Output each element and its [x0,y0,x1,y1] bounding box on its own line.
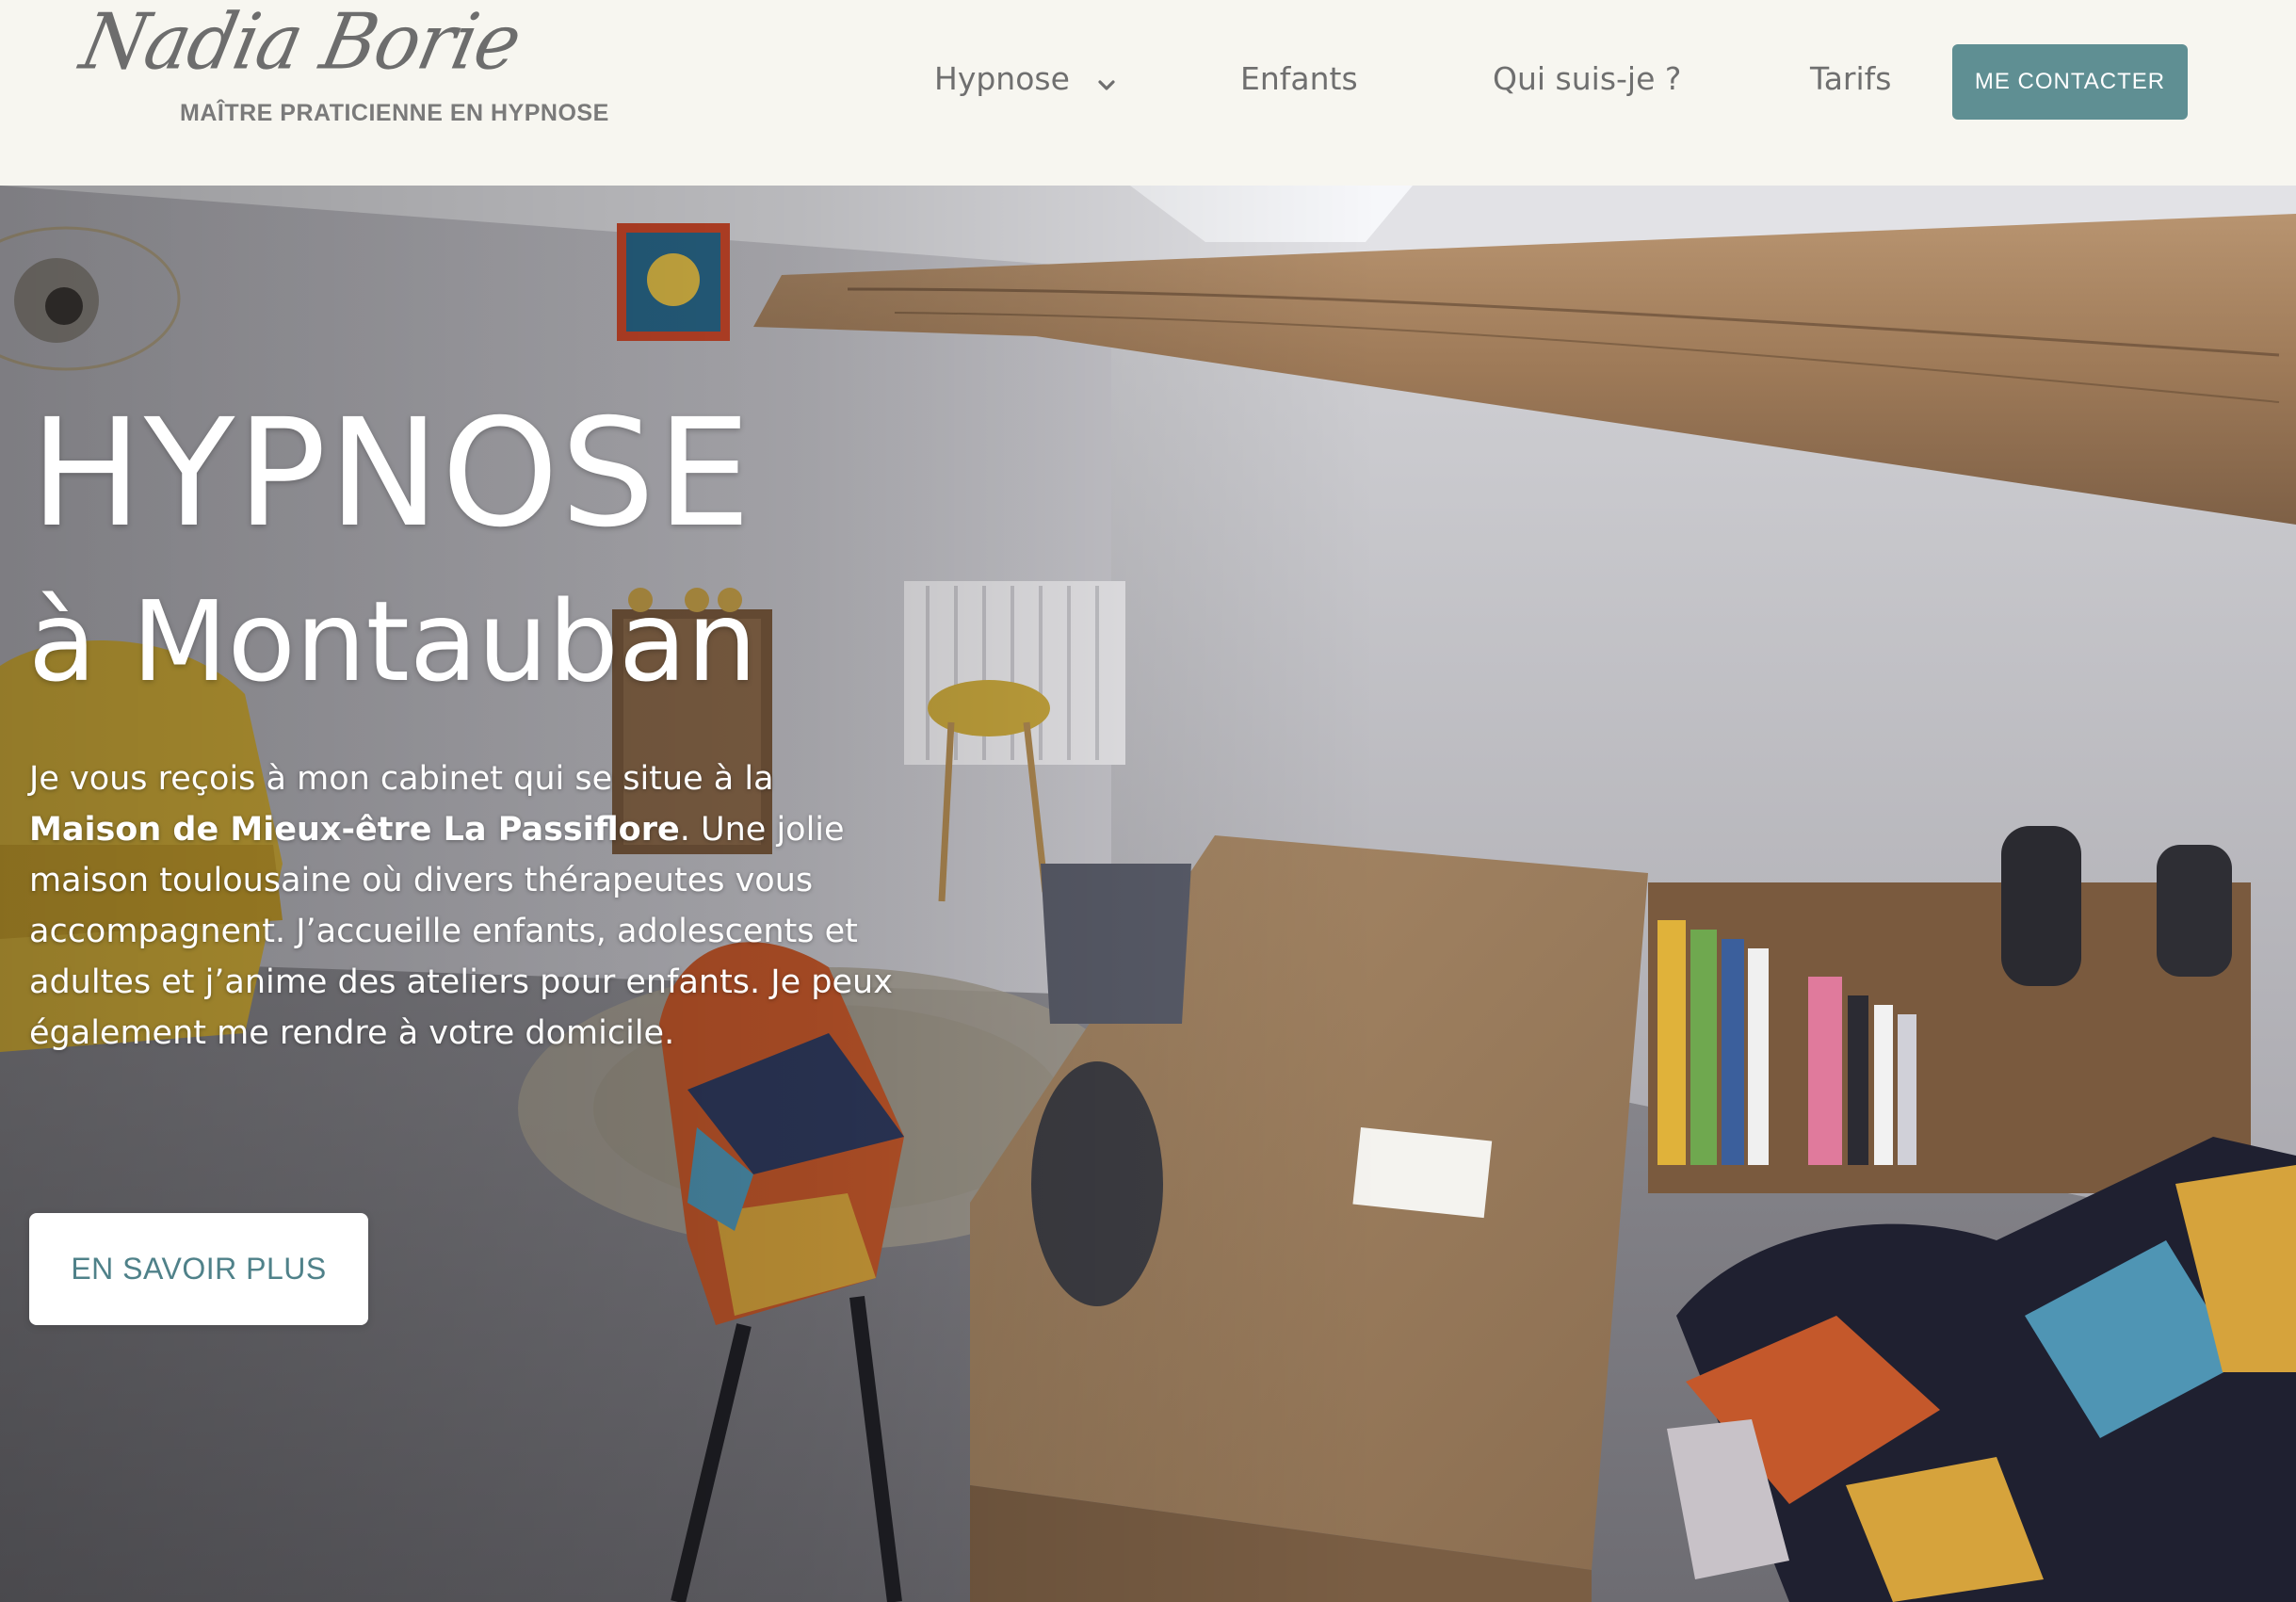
nav-item-label: Hypnose [934,60,1070,97]
chevron-down-icon [1098,62,1116,99]
nav-item-enfants[interactable]: Enfants [1240,60,1358,97]
nav-item-tarifs[interactable]: Tarifs [1810,60,1891,97]
hero-subtitle: à Montauban [28,576,757,706]
hero-text-part1: Je vous reçois à mon cabinet qui se situ… [29,760,774,798]
nav-item-hypnose[interactable]: Hypnose [934,60,1116,99]
logo-tagline: MAÎTRE PRATICIENNE EN HYPNOSE [180,100,609,126]
site-header: Nadia Borie MAÎTRE PRATICIENNE EN HYPNOS… [0,0,2296,186]
learn-more-button[interactable]: EN SAVOIR PLUS [29,1213,368,1325]
logo[interactable]: Nadia Borie [73,0,528,87]
hero-section: HYPNOSE à Montauban Je vous reçois à mon… [0,186,2296,1602]
hero-description: Je vous reçois à mon cabinet qui se situ… [29,753,905,1059]
hero-text-bold: Maison de Mieux-être La Passiflore [29,811,680,849]
contact-button[interactable]: ME CONTACTER [1952,44,2188,120]
nav-item-qui-suis-je[interactable]: Qui suis-je ? [1493,60,1681,97]
hero-title: HYPNOSE [30,387,753,560]
